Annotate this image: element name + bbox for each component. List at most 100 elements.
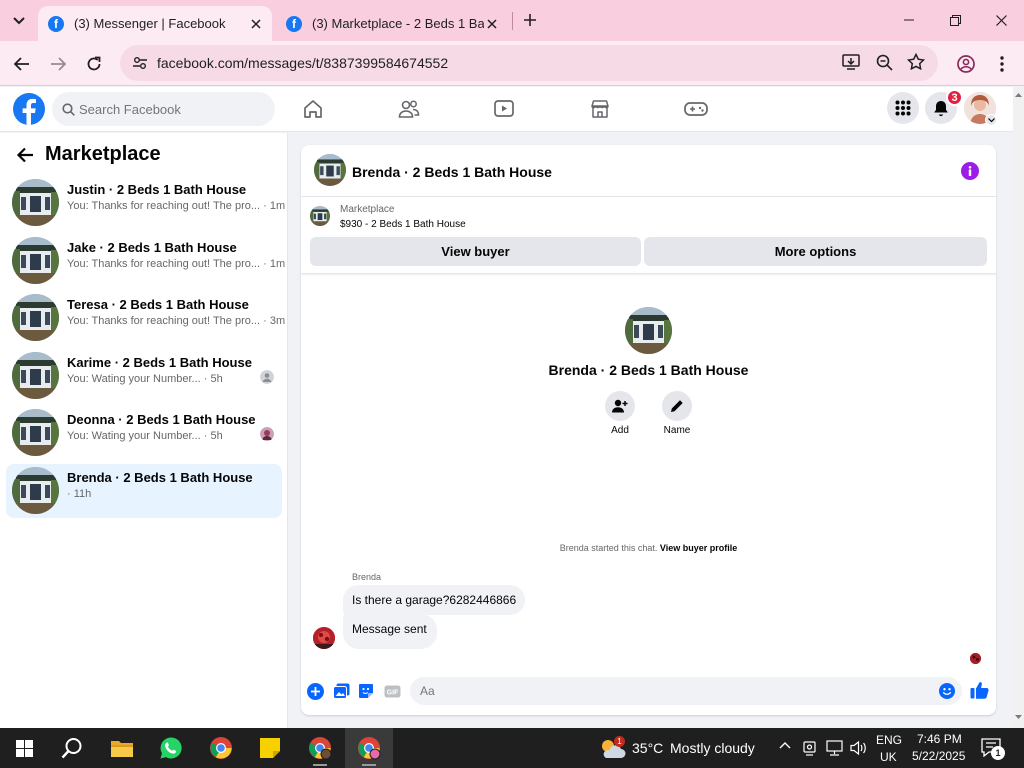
conversation-avatar xyxy=(12,179,59,226)
clock-time[interactable]: 7:46 PM xyxy=(917,732,962,746)
network-icon[interactable] xyxy=(826,740,843,756)
conversation-name: Teresa · 2 Beds 1 Bath House xyxy=(67,297,249,312)
browser-menu-button[interactable] xyxy=(987,49,1017,79)
volume-icon[interactable] xyxy=(850,740,868,756)
listing-title[interactable]: $930 - 2 Beds 1 Bath House xyxy=(340,219,466,230)
tray-camera-icon[interactable] xyxy=(803,740,817,756)
whatsapp-icon xyxy=(160,737,182,759)
conversation-item[interactable]: Jake · 2 Beds 1 Bath House You: Thanks fo… xyxy=(6,234,285,288)
account-menu-chevron-icon[interactable] xyxy=(985,114,997,126)
view-buyer-profile-link[interactable]: View buyer profile xyxy=(660,543,737,553)
forward-button[interactable] xyxy=(43,49,73,79)
sticky-notes-button[interactable] xyxy=(246,728,294,768)
whatsapp-button[interactable] xyxy=(147,728,195,768)
profile-button[interactable] xyxy=(951,49,981,79)
conversation-item[interactable]: Justin · 2 Beds 1 Bath House You: Thanks … xyxy=(6,176,285,230)
grid-menu-icon xyxy=(895,100,911,116)
tab-messenger[interactable]: f (3) Messenger | Facebook xyxy=(38,6,272,41)
restore-button[interactable] xyxy=(932,0,978,40)
page-scrollbar[interactable] xyxy=(1013,87,1024,728)
gif-button[interactable]: GIF xyxy=(383,682,401,700)
attach-photo-button[interactable] xyxy=(332,682,350,700)
home-nav-button[interactable] xyxy=(295,93,331,125)
weather-description: Mostly cloudy xyxy=(670,740,755,756)
more-vertical-icon xyxy=(1000,56,1004,72)
address-bar[interactable]: facebook.com/messages/t/8387399584674552 xyxy=(120,45,938,81)
tab-marketplace[interactable]: f (3) Marketplace - 2 Beds 1 Bath xyxy=(276,6,508,41)
chevron-down-icon xyxy=(13,17,25,25)
browser-toolbar: facebook.com/messages/t/8387399584674552 xyxy=(0,41,1024,86)
conversation-item[interactable]: Karime · 2 Beds 1 Bath House You: Wating … xyxy=(6,349,282,403)
friends-nav-button[interactable] xyxy=(391,93,427,125)
minimize-button[interactable] xyxy=(886,0,932,40)
conversation-preview: You: Wating your Number... · 5h xyxy=(67,430,223,442)
chrome-icon xyxy=(309,737,332,760)
taskbar-search-button[interactable] xyxy=(48,728,96,768)
conversation-item[interactable]: Brenda · 2 Beds 1 Bath House · 11h xyxy=(6,464,282,518)
reload-button[interactable] xyxy=(79,49,109,79)
back-button[interactable] xyxy=(7,49,37,79)
sticker-icon xyxy=(359,684,373,698)
message-input[interactable] xyxy=(420,677,930,705)
chat-title[interactable]: Brenda · 2 Beds 1 Bath House xyxy=(352,164,552,180)
more-actions-button[interactable] xyxy=(306,682,324,700)
marketplace-nav-button[interactable] xyxy=(582,93,618,125)
gaming-nav-button[interactable] xyxy=(678,93,714,125)
message-bubble[interactable]: Is there a garage?6282446866 xyxy=(343,585,526,615)
back-arrow-icon[interactable] xyxy=(16,147,34,163)
url-text[interactable]: facebook.com/messages/t/8387399584674552 xyxy=(157,55,448,71)
chrome-profile-button[interactable] xyxy=(296,728,344,768)
chrome-active-button[interactable] xyxy=(345,728,393,768)
chat-header-avatar[interactable] xyxy=(314,154,346,186)
bookmark-star-icon[interactable] xyxy=(907,53,925,71)
new-tab-button[interactable] xyxy=(518,8,542,32)
message-composer[interactable] xyxy=(410,677,962,705)
conversation-preview: · 11h xyxy=(67,488,91,500)
add-contact-button[interactable] xyxy=(605,391,635,421)
profile-avatar[interactable] xyxy=(625,307,672,354)
file-explorer-button[interactable] xyxy=(98,728,146,768)
like-button[interactable] xyxy=(969,680,989,700)
chat-started-text: Brenda started this chat. xyxy=(559,543,658,553)
facebook-logo-icon[interactable] xyxy=(13,93,45,125)
emoji-button[interactable] xyxy=(939,683,955,699)
listing-thumbnail[interactable] xyxy=(310,206,330,226)
language-indicator[interactable]: ENG xyxy=(876,733,902,747)
install-app-icon[interactable] xyxy=(842,54,860,71)
marketplace-sidebar: Marketplace Justin · 2 Beds 1 Bath House… xyxy=(0,133,288,728)
edit-nickname-button[interactable] xyxy=(662,391,692,421)
browser-tab-strip: f (3) Messenger | Facebook f (3) Marketp… xyxy=(0,0,1024,41)
sticky-note-icon xyxy=(260,738,280,758)
search-input[interactable] xyxy=(79,92,269,126)
search-box[interactable] xyxy=(52,92,275,126)
conversation-item[interactable]: Teresa · 2 Beds 1 Bath House You: Thanks … xyxy=(6,291,285,345)
conversation-preview-text: You: Wating your Number... xyxy=(67,430,201,442)
conversation-time: · 11h xyxy=(67,488,92,500)
close-tab-icon[interactable] xyxy=(484,16,500,32)
more-options-button[interactable]: More options xyxy=(644,237,987,266)
sender-avatar[interactable] xyxy=(313,627,335,649)
zoom-icon[interactable] xyxy=(876,54,893,71)
conversation-preview-text: You: Thanks for reaching out! The pro... xyxy=(67,200,261,212)
start-button[interactable] xyxy=(0,728,48,768)
weather-widget[interactable]: 1 35°C Mostly cloudy xyxy=(596,728,762,768)
keyboard-layout-indicator[interactable]: UK xyxy=(880,750,897,764)
view-buyer-button[interactable]: View buyer xyxy=(310,237,641,266)
chevron-up-icon xyxy=(779,742,791,749)
conversation-avatar xyxy=(12,294,59,341)
tab-search-button[interactable] xyxy=(8,10,30,32)
menu-grid-button[interactable] xyxy=(887,92,919,124)
close-tab-icon[interactable] xyxy=(248,16,264,32)
chrome-button[interactable] xyxy=(197,728,245,768)
conversation-item[interactable]: Deonna · 2 Beds 1 Bath House You: Wating … xyxy=(6,406,282,460)
home-icon xyxy=(304,100,322,118)
show-hidden-icons-button[interactable] xyxy=(779,741,791,749)
message-bubble[interactable]: Message sent xyxy=(343,614,437,649)
sticker-button[interactable] xyxy=(357,682,375,700)
site-info-icon[interactable] xyxy=(132,55,148,71)
chat-info-button[interactable] xyxy=(961,162,979,180)
clock-date[interactable]: 5/22/2025 xyxy=(912,749,965,763)
close-window-button[interactable] xyxy=(978,0,1024,40)
notification-center-button[interactable]: 1 xyxy=(981,738,1005,760)
watch-nav-button[interactable] xyxy=(486,93,522,125)
